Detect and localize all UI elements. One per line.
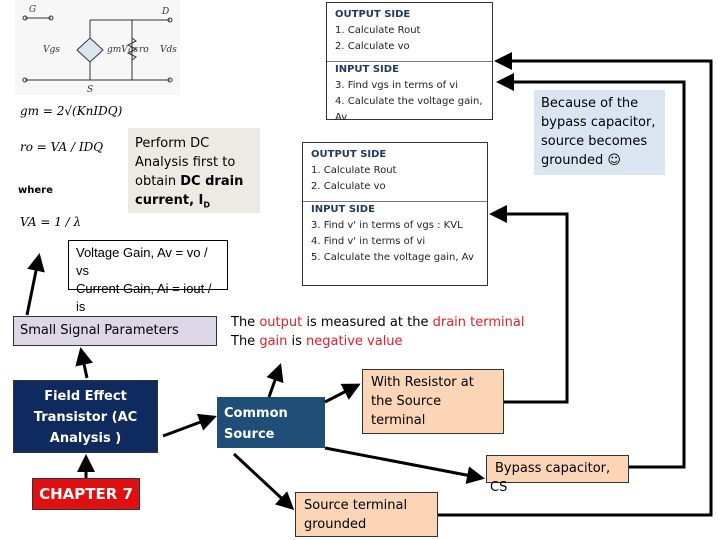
- current-gain: Current Gain, Ai = iout / is: [76, 281, 212, 314]
- note-highlight: output: [259, 315, 303, 330]
- note-highlight: gain: [259, 334, 288, 349]
- common-source-box: Common Source: [217, 397, 325, 448]
- note-text: The: [231, 315, 260, 330]
- small-signal-parameters-box: Small Signal Parameters: [13, 316, 217, 346]
- current-source-label: gmVgs: [107, 45, 139, 55]
- with-resistor-box: With Resistor at the Source terminal: [362, 369, 504, 434]
- step-item: 4. Find v' in terms of vi: [311, 236, 426, 247]
- chapter-label: CHAPTER 7: [32, 478, 140, 510]
- note-highlight: negative value: [306, 334, 403, 349]
- note-highlight: drain terminal: [432, 315, 525, 330]
- note-text: is: [287, 334, 307, 349]
- gain-definitions-box: Voltage Gain, Av = vo / vs Current Gain,…: [68, 240, 228, 314]
- arrow-to-common-source: [162, 413, 217, 438]
- vgs-label: Vgs: [43, 45, 60, 55]
- output-side-heading: OUTPUT SIDE: [311, 149, 387, 160]
- step-item: 5. Calculate the voltage gain, Av: [311, 252, 474, 263]
- fet-small-signal-circuit: G D S Vgs gmVgs ro Vds: [15, 0, 180, 95]
- circuit-diagram-icon: G D S Vgs gmVgs ro Vds: [22, 5, 177, 95]
- drain-label: D: [161, 7, 169, 17]
- step-item: 1. Calculate Rout: [335, 25, 421, 36]
- arrow-to-source-grounded: [232, 452, 295, 511]
- common-source-note: The output is measured at the drain term…: [231, 313, 524, 351]
- arrow-to-formulas: [25, 253, 45, 316]
- ro-formula: ro = VA / IDQ: [20, 140, 104, 154]
- steps-bypass-box: OUTPUT SIDE 1. Calculate Rout 2. Calcula…: [302, 142, 488, 286]
- dc-analysis-note: Perform DC Analysis first to obtain DC d…: [128, 128, 260, 213]
- source-label: S: [87, 85, 93, 95]
- input-side-heading: INPUT SIDE: [311, 204, 375, 215]
- va-formula: VA = 1 / λ: [20, 215, 82, 229]
- fet-ac-analysis-box: Field Effect Transistor (AC Analysis ): [13, 380, 158, 453]
- step-item: 3. Find vgs in terms of vi: [335, 80, 458, 91]
- where-label: where: [18, 185, 53, 196]
- bypass-note: Because of the bypass capacitor, source …: [534, 90, 665, 175]
- dc-note-sub: D: [203, 200, 211, 210]
- steps-resistor-box: OUTPUT SIDE 1. Calculate Rout 2. Calcula…: [326, 2, 493, 123]
- step-item: 1. Calculate Rout: [311, 165, 397, 176]
- ro-label: ro: [139, 45, 149, 55]
- arrow-to-note: [266, 363, 284, 398]
- step-item: 3. Find v' in terms of vgs : KVL: [311, 220, 463, 231]
- note-text: is measured at the: [302, 315, 433, 330]
- vds-label: Vds: [160, 45, 177, 55]
- bypass-capacitor-box: Bypass capacitor,: [486, 455, 629, 483]
- voltage-gain: Voltage Gain, Av = vo / vs: [76, 245, 208, 278]
- output-side-heading: OUTPUT SIDE: [335, 9, 411, 20]
- gate-label: G: [29, 5, 36, 15]
- bypass-capacitor-symbol: CS: [490, 480, 508, 495]
- input-side-heading: INPUT SIDE: [335, 64, 399, 75]
- arrow-to-bypass-capacitor: [324, 446, 485, 485]
- note-text: The: [231, 334, 260, 349]
- gm-formula: gm = 2√(KnIDQ): [20, 104, 123, 118]
- step-item: 4. Calculate the voltage gain, Av: [335, 96, 483, 123]
- arrow-to-with-resistor: [324, 383, 361, 404]
- step-item: 2. Calculate vo: [335, 41, 410, 52]
- arrow-to-small-signal: [75, 347, 93, 379]
- step-item: 2. Calculate vo: [311, 181, 386, 192]
- source-grounded-box: Source terminal grounded: [295, 492, 438, 537]
